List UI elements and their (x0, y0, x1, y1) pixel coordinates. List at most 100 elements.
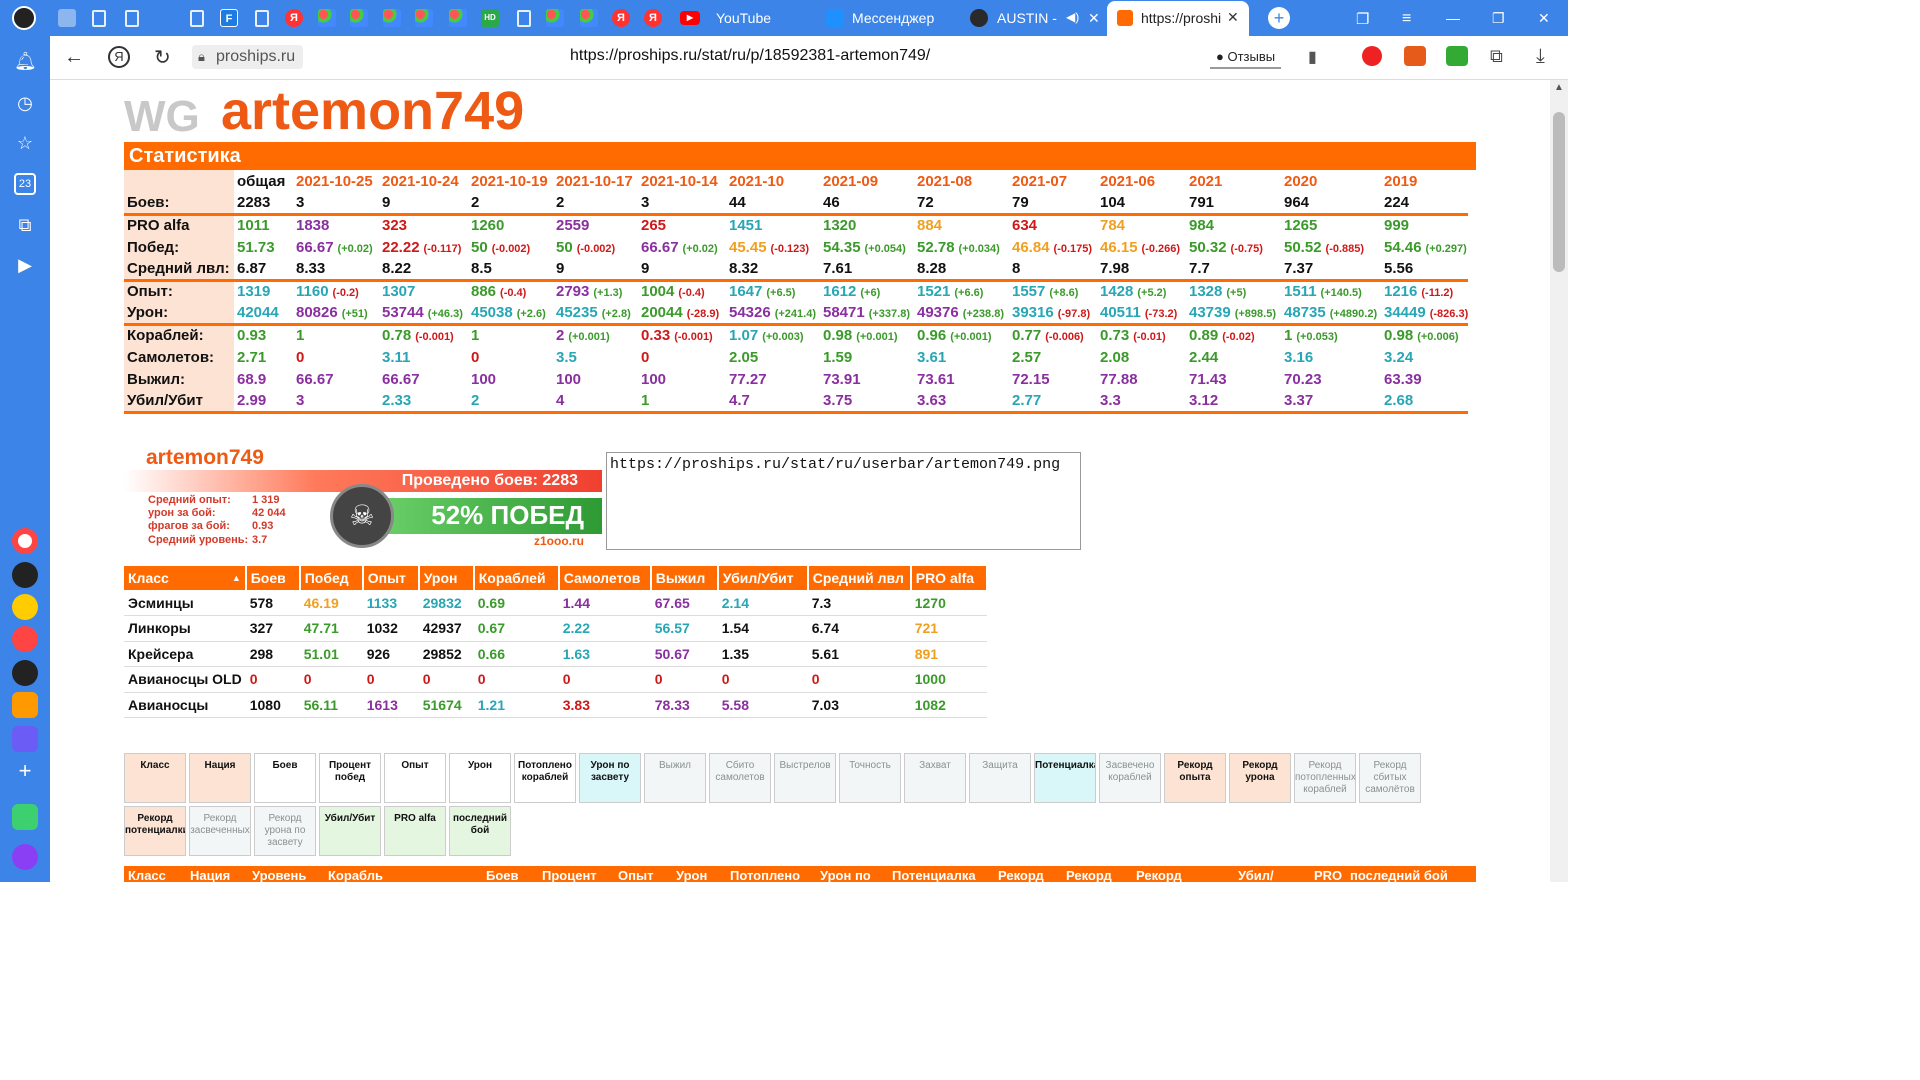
pinned-tab-page-icon[interactable] (190, 10, 204, 27)
column-toggle-button[interactable]: Захват (904, 753, 966, 803)
maps-app-icon[interactable] (12, 528, 38, 554)
pinned-tab-page-icon[interactable] (125, 10, 139, 27)
pinned-tab-dots-icon[interactable] (546, 9, 564, 27)
url-input[interactable]: https://proships.ru/stat/ru/p/18592381-a… (570, 47, 930, 65)
tab-austin[interactable]: AUSTIN - M (997, 10, 1059, 26)
class-table-header[interactable]: PRO alfa (910, 566, 988, 590)
dzen-app-icon[interactable] (12, 562, 38, 588)
history-icon[interactable]: ◷ (14, 92, 36, 114)
pinned-tab-hd-icon[interactable]: HD (481, 9, 499, 27)
collections-icon[interactable]: ⧉ (14, 214, 36, 236)
column-toggle-button[interactable]: Рекорд сбитых самолётов (1359, 753, 1421, 803)
column-toggle-button[interactable]: PRO alfa (384, 806, 446, 856)
column-toggle-button[interactable]: Урон (449, 753, 511, 803)
column-toggle-button[interactable]: Потенциалка (1034, 753, 1096, 803)
class-table-header[interactable]: Кораблей (473, 566, 560, 590)
download-icon[interactable]: ⤓ (1536, 45, 1545, 68)
pinned-tab-dots-icon[interactable] (350, 9, 368, 27)
tab-proships-active[interactable]: https://proshi ✕ (1107, 1, 1249, 36)
adblock-icon[interactable] (1362, 46, 1382, 66)
bell-icon[interactable]: 🔔︎ (14, 50, 37, 72)
music-app-icon[interactable] (12, 660, 38, 686)
ships-table-header-cell[interactable]: Рекорд (998, 868, 1044, 882)
back-icon[interactable]: ← (64, 46, 84, 69)
weather-app-icon[interactable] (12, 626, 38, 652)
pinned-tab-dots-icon[interactable] (580, 9, 598, 27)
yandex-button-icon[interactable]: Я (108, 46, 130, 68)
class-table-header[interactable]: Класс ▲ (124, 566, 247, 590)
ships-table-header-cell[interactable]: Урон по (820, 868, 871, 882)
maximize-icon[interactable]: ❐ (1492, 10, 1505, 27)
mute-icon[interactable]: ◀) (1066, 10, 1079, 24)
scrollbar-thumb[interactable] (1553, 112, 1565, 272)
video-icon[interactable]: ▶ (14, 254, 36, 276)
class-table-header[interactable]: Боев (245, 566, 301, 590)
ships-table-header-cell[interactable]: Потоплено (730, 868, 800, 882)
pinned-tab-dots-icon[interactable] (415, 9, 433, 27)
pinned-tab-f-icon[interactable]: F (220, 9, 238, 27)
new-tab-button[interactable]: + (1268, 7, 1290, 29)
column-toggle-button[interactable]: Сбито самолетов (709, 753, 771, 803)
column-toggle-button[interactable]: Рекорд урона (1229, 753, 1291, 803)
pinned-tab-page-icon[interactable] (92, 10, 106, 27)
tabs-overview-icon[interactable]: ❐ (1356, 10, 1369, 28)
page-scrollbar[interactable]: ▲ (1550, 80, 1568, 882)
pinned-tab-icon[interactable] (58, 9, 76, 27)
minimize-icon[interactable]: — (1446, 10, 1460, 26)
tab-close-icon[interactable]: ✕ (1088, 10, 1100, 27)
tab-close-icon[interactable]: ✕ (1227, 9, 1239, 26)
send-app-icon[interactable] (12, 804, 38, 830)
class-table-header[interactable]: Выжил (650, 566, 719, 590)
column-toggle-button[interactable]: Рекорд урона по засвету (254, 806, 316, 856)
ships-table-header-cell[interactable]: Убил/ (1238, 868, 1274, 882)
column-toggle-button[interactable]: Рекорд потопленных кораблей (1294, 753, 1356, 803)
column-toggle-button[interactable]: Урон по засвету (579, 753, 641, 803)
column-toggle-button[interactable]: Опыт (384, 753, 446, 803)
userbar-url-textarea[interactable]: https://proships.ru/stat/ru/userbar/arte… (606, 452, 1081, 550)
ships-table-header-cell[interactable]: Класс (128, 868, 166, 882)
ships-table-header-cell[interactable]: Нация (190, 868, 230, 882)
close-window-icon[interactable]: ✕ (1538, 10, 1550, 27)
ships-table-header-cell[interactable]: Рекорд (1136, 868, 1182, 882)
pinned-tab-yandex-icon[interactable]: Я (612, 9, 630, 27)
tab-youtube[interactable]: YouTube (716, 10, 771, 26)
tab-messenger[interactable]: Мессенджер (852, 10, 934, 26)
column-toggle-button[interactable]: Рекорд засвеченных (189, 806, 251, 856)
ships-table-header-cell[interactable]: Боев (486, 868, 519, 882)
star-icon[interactable]: ☆ (14, 132, 36, 154)
ships-table-header-cell[interactable]: Процент (542, 868, 597, 882)
ships-table-header-cell[interactable]: Корабль (328, 868, 383, 882)
column-toggle-button[interactable]: Выстрелов (774, 753, 836, 803)
pinned-tab-dots-icon[interactable] (318, 9, 336, 27)
column-toggle-button[interactable]: Процент побед (319, 753, 381, 803)
ships-table-header-cell[interactable]: PRO (1314, 868, 1342, 882)
pinned-tab-yandex-icon[interactable]: Я (644, 9, 662, 27)
column-toggle-button[interactable]: Выжил (644, 753, 706, 803)
class-table-header[interactable]: Побед (299, 566, 364, 590)
pinned-tab-dots-icon[interactable] (383, 9, 401, 27)
column-toggle-button[interactable]: Рекорд опыта (1164, 753, 1226, 803)
column-toggle-button[interactable]: Боев (254, 753, 316, 803)
column-toggle-button[interactable]: Точность (839, 753, 901, 803)
alice-icon[interactable] (12, 844, 38, 870)
ships-table-header-cell[interactable]: Уровень (252, 868, 306, 882)
column-toggle-button[interactable]: Рекорд потенциалки (124, 806, 186, 856)
pinned-tab-page-icon[interactable] (517, 10, 531, 27)
class-table-header[interactable]: Убил/Убит (717, 566, 809, 590)
ships-table-header-cell[interactable]: Опыт (618, 868, 653, 882)
extension-icon[interactable]: ⧉ (1490, 46, 1503, 67)
class-table-header[interactable]: Средний лвл (807, 566, 912, 590)
class-table-header[interactable]: Самолетов (558, 566, 652, 590)
bookmark-icon[interactable]: ▮ (1308, 47, 1317, 67)
column-toggle-button[interactable]: Нация (189, 753, 251, 803)
column-toggle-button[interactable]: Класс (124, 753, 186, 803)
add-app-icon[interactable]: + (14, 760, 36, 782)
extension-icon[interactable] (1404, 46, 1426, 66)
browser-logo-icon[interactable] (12, 6, 36, 30)
class-table-header[interactable]: Опыт (362, 566, 420, 590)
pinned-tab-dots-icon[interactable] (449, 9, 467, 27)
telemost-app-icon[interactable] (12, 726, 38, 752)
ships-table-header-cell[interactable]: Потенциалка (892, 868, 976, 882)
sort-asc-icon[interactable]: ▲ (232, 573, 241, 583)
column-toggle-button[interactable]: Потоплено кораблей (514, 753, 576, 803)
